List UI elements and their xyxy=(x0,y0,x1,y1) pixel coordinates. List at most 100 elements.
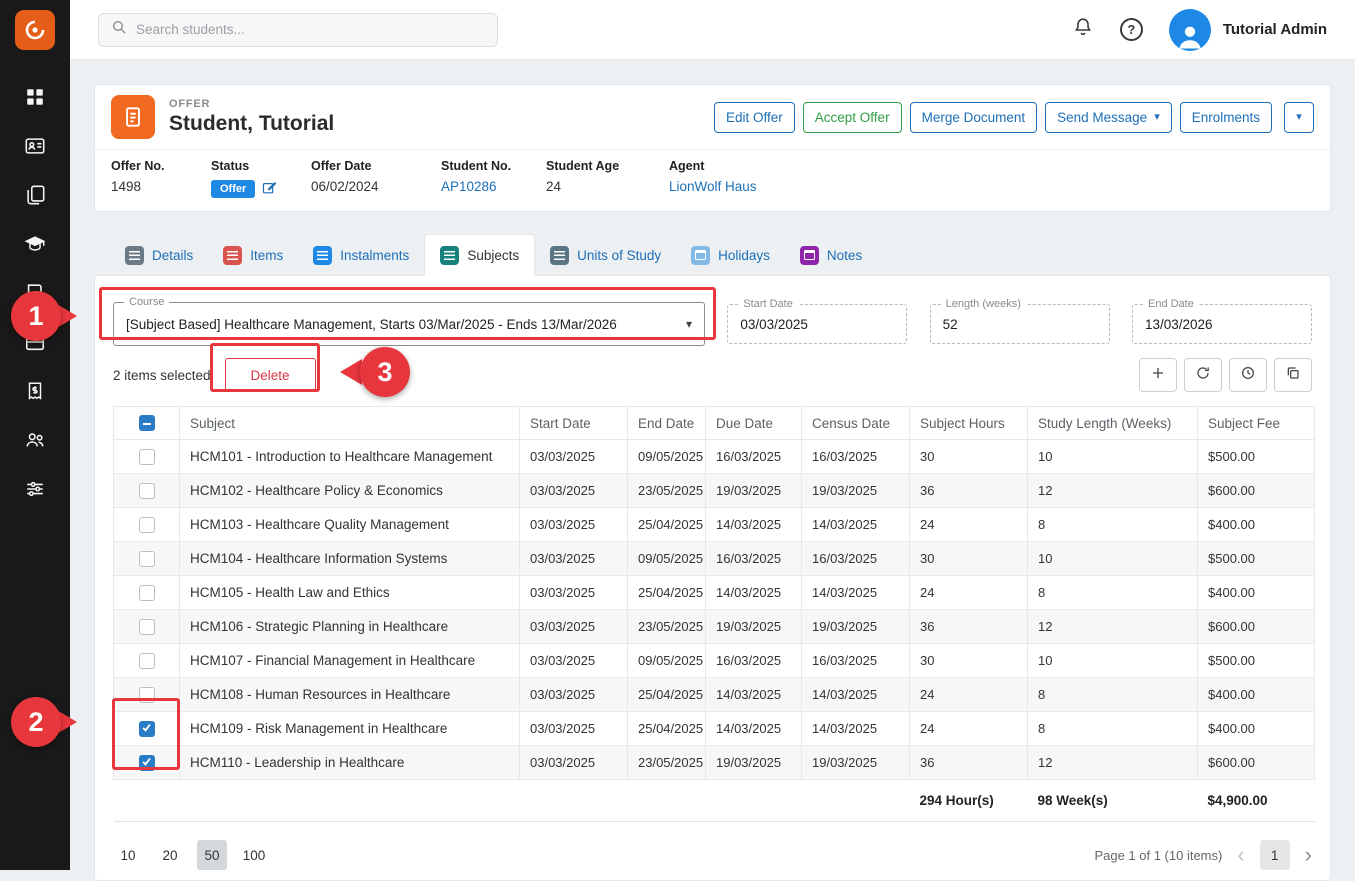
tab-items[interactable]: Items xyxy=(208,234,298,276)
column-header-study-length[interactable]: Study Length (Weeks) xyxy=(1028,407,1198,440)
start-date-cell: 03/03/2025 xyxy=(520,474,628,508)
student-no-link[interactable]: AP10286 xyxy=(441,179,546,194)
merge-document-button[interactable]: Merge Document xyxy=(910,102,1038,133)
row-checkbox-cell[interactable] xyxy=(114,474,180,508)
annotation-step-2: 2 xyxy=(11,697,61,747)
column-header-census-date[interactable]: Census Date xyxy=(802,407,910,440)
edit-status-icon[interactable] xyxy=(261,179,278,199)
row-checkbox-cell[interactable] xyxy=(114,542,180,576)
column-header-subject-hours[interactable]: Subject Hours xyxy=(910,407,1028,440)
sidebar-item-courses[interactable] xyxy=(0,235,70,257)
page-size-50[interactable]: 50 xyxy=(197,840,227,870)
row-checkbox-cell[interactable] xyxy=(114,712,180,746)
row-checkbox[interactable] xyxy=(139,687,155,703)
column-header-subject[interactable]: Subject xyxy=(180,407,520,440)
course-select-value: [Subject Based] Healthcare Management, S… xyxy=(126,317,617,332)
row-checkbox[interactable] xyxy=(139,755,155,771)
next-page-icon[interactable]: › xyxy=(1305,844,1312,866)
row-checkbox-cell[interactable] xyxy=(114,644,180,678)
sidebar-item-offers[interactable] xyxy=(0,186,70,208)
course-select[interactable]: Course [Subject Based] Healthcare Manage… xyxy=(113,302,705,346)
row-checkbox[interactable] xyxy=(139,483,155,499)
row-checkbox-cell[interactable] xyxy=(114,610,180,644)
page-title: Student, Tutorial xyxy=(169,112,334,136)
sidebar-item-agents[interactable] xyxy=(0,431,70,453)
offer-no-field: Offer No. 1498 xyxy=(111,159,211,199)
items-tab-icon xyxy=(223,246,242,265)
sidebar-item-students[interactable] xyxy=(0,137,70,159)
start-date-cell: 03/03/2025 xyxy=(520,746,628,780)
user-menu[interactable]: Tutorial Admin xyxy=(1169,9,1327,51)
accept-offer-button[interactable]: Accept Offer xyxy=(803,102,902,133)
enrolments-button[interactable]: Enrolments xyxy=(1180,102,1272,133)
more-actions-button[interactable]: ▾ xyxy=(1284,102,1314,133)
row-checkbox-cell[interactable] xyxy=(114,440,180,474)
history-button[interactable] xyxy=(1229,358,1267,392)
offer-date-value: 06/02/2024 xyxy=(311,179,441,194)
end-date-cell: 23/05/2025 xyxy=(628,474,706,508)
column-header-start-date[interactable]: Start Date xyxy=(520,407,628,440)
search-box[interactable] xyxy=(98,13,498,47)
subject-cell: HCM105 - Health Law and Ethics xyxy=(180,576,520,610)
row-checkbox[interactable] xyxy=(139,449,155,465)
page-size-100[interactable]: 100 xyxy=(239,840,269,870)
column-header-end-date[interactable]: End Date xyxy=(628,407,706,440)
tab-subjects-label: Subjects xyxy=(467,248,519,263)
length-weeks-field-value: 52 xyxy=(943,317,958,332)
copy-button[interactable] xyxy=(1274,358,1312,392)
edit-offer-button[interactable]: Edit Offer xyxy=(714,102,795,133)
start-date-cell: 03/03/2025 xyxy=(520,678,628,712)
tab-subjects[interactable]: Subjects xyxy=(424,234,535,276)
search-input[interactable] xyxy=(136,22,485,37)
tab-details[interactable]: Details xyxy=(110,234,208,276)
row-checkbox[interactable] xyxy=(139,653,155,669)
app-logo[interactable] xyxy=(0,0,70,60)
column-header-subject-fee[interactable]: Subject Fee xyxy=(1198,407,1315,440)
row-checkbox[interactable] xyxy=(139,585,155,601)
subject-fee-cell: $500.00 xyxy=(1198,440,1315,474)
row-checkbox[interactable] xyxy=(139,721,155,737)
select-all-checkbox[interactable] xyxy=(139,415,155,431)
sliders-icon xyxy=(24,478,46,505)
census-date-cell: 14/03/2025 xyxy=(802,508,910,542)
row-checkbox-cell[interactable] xyxy=(114,746,180,780)
agent-link[interactable]: LionWolf Haus xyxy=(669,179,757,194)
row-checkbox-cell[interactable] xyxy=(114,508,180,542)
page-size-10[interactable]: 10 xyxy=(113,840,143,870)
subject-hours-cell: 24 xyxy=(910,508,1028,542)
row-checkbox-cell[interactable] xyxy=(114,678,180,712)
subject-fee-cell: $400.00 xyxy=(1198,678,1315,712)
sidebar-item-dashboard[interactable] xyxy=(0,88,70,110)
column-header-due-date[interactable]: Due Date xyxy=(706,407,802,440)
notifications-bell-icon[interactable] xyxy=(1072,16,1094,43)
student-no-label: Student No. xyxy=(441,159,546,173)
total-weeks: 98 Week(s) xyxy=(1028,780,1198,822)
study-length-cell: 8 xyxy=(1028,576,1198,610)
subject-cell: HCM107 - Financial Management in Healthc… xyxy=(180,644,520,678)
tab-units-of-study[interactable]: Units of Study xyxy=(535,234,676,276)
previous-page-icon[interactable]: ‹ xyxy=(1237,844,1244,866)
census-date-cell: 19/03/2025 xyxy=(802,746,910,780)
census-date-cell: 14/03/2025 xyxy=(802,712,910,746)
send-message-button[interactable]: Send Message▾ xyxy=(1045,102,1172,133)
sidebar-item-finance[interactable] xyxy=(0,382,70,404)
row-checkbox-cell[interactable] xyxy=(114,576,180,610)
add-subject-button[interactable] xyxy=(1139,358,1177,392)
row-checkbox[interactable] xyxy=(139,517,155,533)
page-size-20[interactable]: 20 xyxy=(155,840,185,870)
row-checkbox[interactable] xyxy=(139,551,155,567)
sidebar-item-settings[interactable] xyxy=(0,480,70,502)
totals-row: 294 Hour(s) 98 Week(s) $4,900.00 xyxy=(114,780,1315,822)
start-date-field-label: Start Date xyxy=(738,297,798,311)
agent-field: Agent LionWolf Haus xyxy=(669,159,757,199)
refresh-button[interactable] xyxy=(1184,358,1222,392)
select-all-cell[interactable] xyxy=(114,407,180,440)
page-number-button[interactable]: 1 xyxy=(1260,840,1290,870)
row-checkbox[interactable] xyxy=(139,619,155,635)
tab-notes[interactable]: Notes xyxy=(785,234,877,276)
delete-button[interactable]: Delete xyxy=(225,358,316,392)
student-no-field: Student No. AP10286 xyxy=(441,159,546,199)
tab-instalments[interactable]: Instalments xyxy=(298,234,424,276)
tab-holidays[interactable]: Holidays xyxy=(676,234,785,276)
help-icon[interactable]: ? xyxy=(1120,18,1143,41)
